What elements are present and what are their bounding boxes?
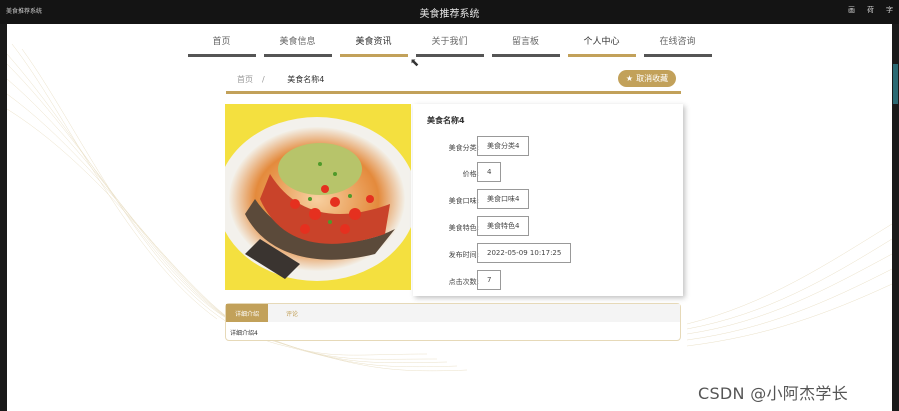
- field-label: 点击次数:: [448, 278, 479, 286]
- mouse-cursor-icon: ⬉: [410, 56, 420, 69]
- nav-item-home[interactable]: 首页: [187, 34, 256, 57]
- breadcrumb-home[interactable]: 首页: [237, 74, 253, 85]
- window-titlebar: 美食推荐系统 美食推荐系统 画 荷 字: [0, 0, 899, 24]
- nav-item-consult[interactable]: 在线咨询: [643, 34, 712, 57]
- cancel-favorite-label: 取消收藏: [636, 74, 669, 83]
- nav-item-messages[interactable]: 留言板: [491, 34, 560, 57]
- tray-icon[interactable]: 字: [886, 5, 893, 15]
- breadcrumb-separator: /: [262, 75, 265, 84]
- food-image: [225, 104, 411, 290]
- field-click-count: 点击次数: 7: [413, 270, 683, 292]
- field-label: 美食口味:: [448, 197, 479, 205]
- field-taste: 美食口味: 美食口味4: [413, 189, 683, 211]
- nav-item-food-info[interactable]: 美食信息: [263, 34, 332, 57]
- breadcrumb-current: 美食名称4: [287, 75, 325, 84]
- field-label: 美食特色:: [448, 224, 479, 232]
- nav-item-profile[interactable]: 个人中心: [567, 34, 636, 57]
- right-frame: [892, 24, 899, 411]
- nav-item-food-news[interactable]: 美食资讯: [339, 34, 408, 57]
- tab-comments[interactable]: 评论: [276, 304, 308, 322]
- tray-icon[interactable]: 画: [848, 5, 855, 15]
- breadcrumb: 首页 / 美食名称4: [226, 70, 681, 90]
- tab-content: 详细介绍4: [230, 330, 258, 337]
- main-nav: 首页 美食信息 美食资讯 关于我们 留言板 个人中心 在线咨询: [0, 34, 899, 57]
- tab-detail-intro[interactable]: 详细介绍: [226, 304, 268, 322]
- food-name: 美食名称4: [427, 116, 465, 125]
- field-label: 美食分类:: [448, 144, 479, 152]
- field-value: 美食分类4: [477, 136, 530, 156]
- page-title: 美食推荐系统: [419, 9, 480, 20]
- field-category: 美食分类: 美食分类4: [413, 136, 683, 158]
- field-feature: 美食特色: 美食特色4: [413, 216, 683, 238]
- cancel-favorite-button[interactable]: ★ 取消收藏: [618, 70, 676, 87]
- field-label: 发布时间:: [448, 251, 479, 259]
- nav-item-about[interactable]: 关于我们: [415, 34, 484, 57]
- side-accent: [893, 64, 898, 104]
- field-price: 价格: 4: [413, 162, 683, 184]
- field-value: 美食口味4: [477, 189, 530, 209]
- watermark: CSDN @小阿杰学长: [698, 384, 849, 403]
- field-value: 美食特色4: [477, 216, 530, 236]
- field-value: 2022-05-09 10:17:25: [477, 243, 572, 263]
- field-value: 7: [477, 270, 502, 290]
- star-icon: ★: [625, 74, 634, 83]
- food-detail-card: 美食名称4 美食分类: 美食分类4 价格: 4 美食口味: 美食口味4 美食特色…: [413, 104, 683, 296]
- header-divider: [226, 91, 681, 94]
- field-publish-time: 发布时间: 2022-05-09 10:17:25: [413, 243, 683, 265]
- field-value: 4: [477, 162, 502, 182]
- left-frame: [0, 24, 7, 411]
- detail-tabs: 详细介绍 评论 详细介绍4: [225, 303, 681, 341]
- tray-icons: 画 荷 字: [848, 5, 893, 15]
- tray-icon[interactable]: 荷: [867, 5, 874, 15]
